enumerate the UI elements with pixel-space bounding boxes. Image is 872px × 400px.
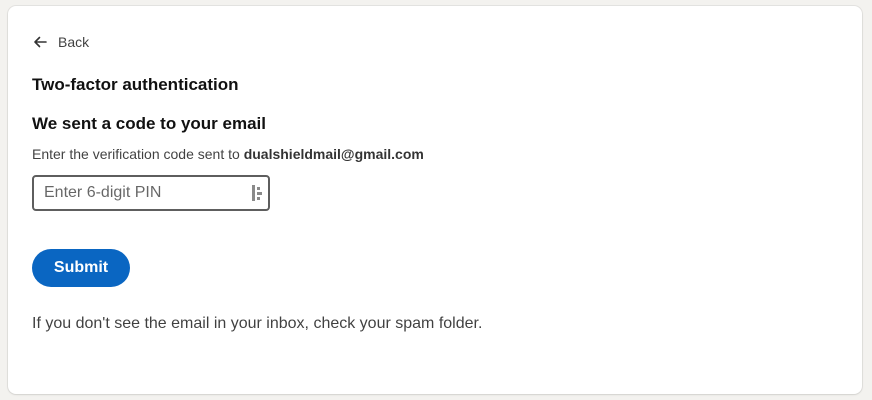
page-subtitle: We sent a code to your email <box>32 114 266 133</box>
two-factor-card: Back Two-factor authentication We sent a… <box>8 6 862 394</box>
pin-input[interactable] <box>34 177 251 209</box>
arrow-left-icon <box>32 34 48 50</box>
instructions-prefix: Enter the verification code sent to <box>32 146 240 162</box>
recipient-email: dualshieldmail@gmail.com <box>243 146 424 162</box>
spam-folder-note: If you don't see the email in your inbox… <box>32 315 483 332</box>
back-label: Back <box>58 34 90 50</box>
password-manager-icon[interactable] <box>251 184 265 202</box>
submit-button[interactable]: Submit <box>32 249 130 287</box>
instructions-text: Enter the verification code sent to dual… <box>32 146 424 162</box>
pin-field[interactable] <box>32 175 270 211</box>
page-title: Two-factor authentication <box>32 75 239 94</box>
back-link[interactable]: Back <box>32 34 89 50</box>
